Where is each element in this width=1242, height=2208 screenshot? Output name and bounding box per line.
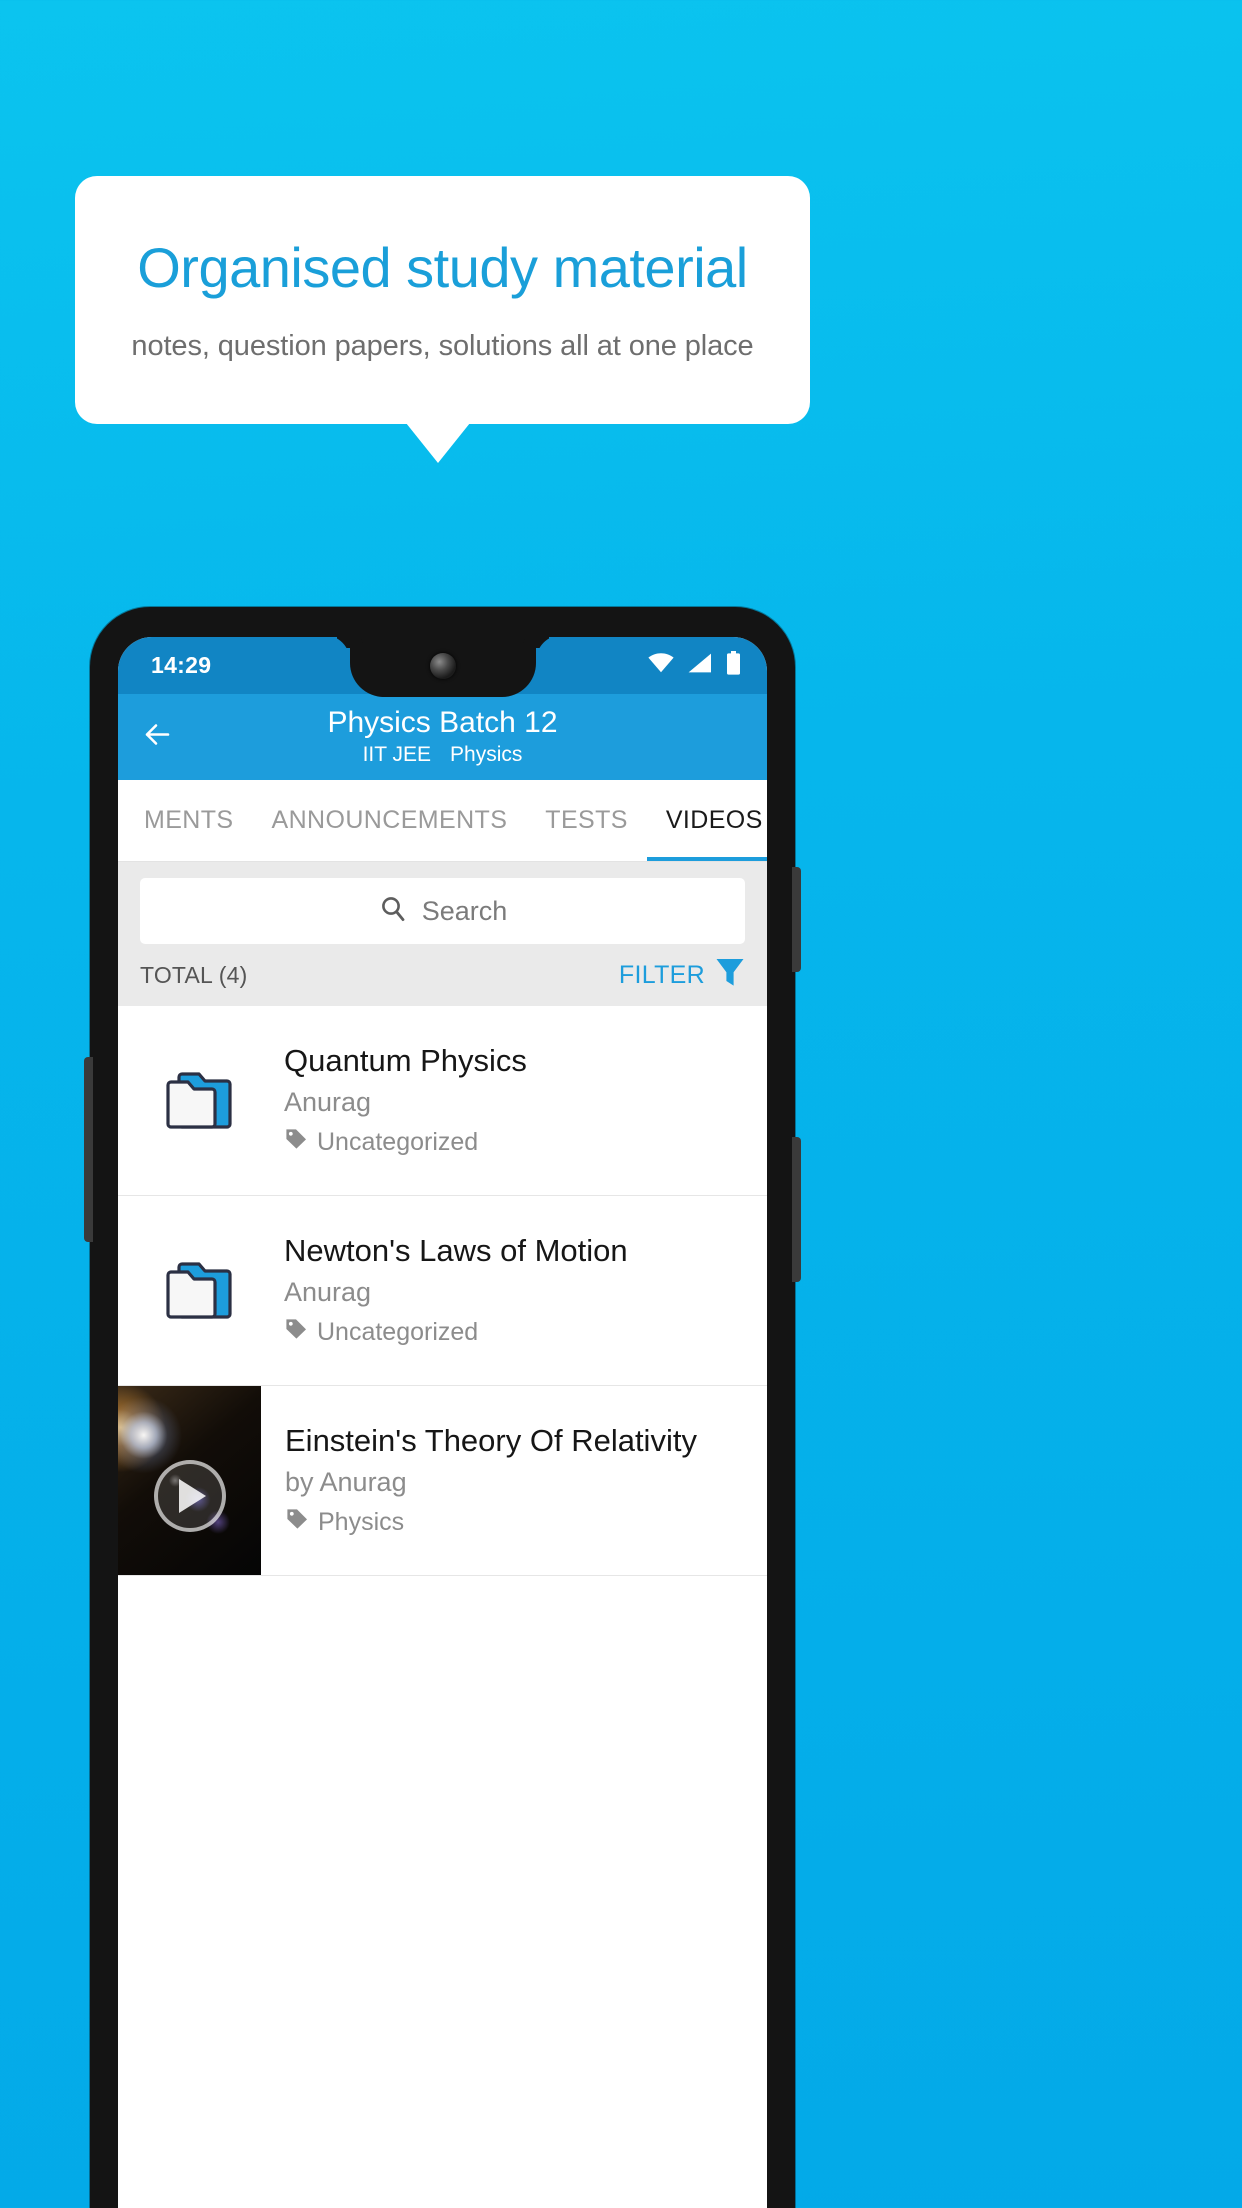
tab-bar: MENTS ANNOUNCEMENTS TESTS VIDEOS	[118, 780, 767, 862]
volume-button[interactable]	[84, 1057, 93, 1242]
tag-icon	[284, 1127, 308, 1158]
list-item[interactable]: Einstein's Theory Of Relativity by Anura…	[118, 1386, 767, 1576]
status-icons	[648, 637, 741, 694]
list-item[interactable]: Newton's Laws of Motion Anurag Uncategor…	[118, 1196, 767, 1386]
list-item[interactable]: Quantum Physics Anurag Uncategorized	[118, 1006, 767, 1196]
tab-documents[interactable]: MENTS	[144, 780, 253, 861]
tab-announcements[interactable]: ANNOUNCEMENTS	[253, 780, 527, 861]
list-item-text: Newton's Laws of Motion Anurag Uncategor…	[284, 1233, 767, 1348]
volume-rocker-button[interactable]	[792, 1137, 801, 1282]
search-icon	[378, 894, 408, 929]
filter-button[interactable]: FILTER	[619, 957, 745, 994]
folder-icon	[118, 1258, 284, 1324]
folder-icon	[118, 1068, 284, 1134]
list-item-tag-label: Physics	[318, 1507, 405, 1536]
breadcrumb-subject: Physics	[450, 743, 523, 767]
back-arrow-icon[interactable]	[136, 713, 180, 762]
wifi-icon	[648, 653, 674, 678]
list-item-author: Anurag	[284, 1276, 372, 1307]
list-item-tag-label: Uncategorized	[317, 1317, 479, 1346]
list-item-title: Quantum Physics	[284, 1043, 527, 1079]
signal-icon	[688, 653, 712, 678]
list-item-tag: Uncategorized	[284, 1127, 753, 1158]
list-item-tag: Uncategorized	[284, 1317, 753, 1348]
breadcrumb: IIT JEE Physics	[363, 743, 523, 767]
status-time: 14:29	[151, 652, 212, 678]
callout-title: Organised study material	[137, 235, 748, 299]
breadcrumb-exam: IIT JEE	[362, 743, 432, 767]
phone-device: 14:29 Physics Batch 12 IIT JEE Physics M…	[84, 607, 801, 2208]
list-item-title: Einstein's Theory Of Relativity	[285, 1423, 697, 1459]
filter-funnel-icon	[715, 957, 745, 994]
tag-icon	[285, 1507, 309, 1538]
list-item-text: Quantum Physics Anurag Uncategorized	[284, 1043, 767, 1158]
phone-screen: 14:29 Physics Batch 12 IIT JEE Physics M…	[118, 637, 767, 2208]
tag-icon	[284, 1317, 308, 1348]
callout-subtitle: notes, question papers, solutions all at…	[131, 330, 754, 363]
list-toolbar: TOTAL (4) FILTER	[118, 944, 767, 1006]
video-thumbnail[interactable]	[118, 1386, 261, 1575]
tab-videos[interactable]: VIDEOS	[646, 780, 767, 861]
list-item-text: Einstein's Theory Of Relativity by Anura…	[261, 1386, 767, 1575]
search-input[interactable]: Search	[140, 878, 745, 944]
filter-label: FILTER	[618, 960, 705, 989]
content-list: Quantum Physics Anurag Uncategorized New…	[118, 1006, 767, 1576]
callout-tail	[406, 423, 470, 463]
total-count-label: TOTAL (4)	[140, 961, 248, 988]
list-item-tag-label: Uncategorized	[317, 1127, 479, 1156]
list-item-author: by Anurag	[285, 1466, 407, 1497]
page-title: Physics Batch 12	[327, 705, 558, 739]
power-button[interactable]	[792, 867, 801, 972]
status-bar: 14:29	[118, 637, 767, 697]
play-triangle-icon	[179, 1478, 206, 1513]
play-icon[interactable]	[153, 1459, 226, 1532]
camera-notch	[349, 637, 536, 697]
list-item-author: Anurag	[284, 1086, 372, 1117]
battery-icon	[726, 651, 741, 680]
app-bar: Physics Batch 12 IIT JEE Physics	[118, 694, 767, 780]
tab-tests[interactable]: TESTS	[526, 780, 647, 861]
list-item-title: Newton's Laws of Motion	[284, 1233, 628, 1269]
list-item-tag: Physics	[285, 1507, 753, 1538]
front-camera-icon	[429, 653, 456, 679]
search-placeholder: Search	[421, 895, 508, 926]
search-section: Search	[118, 862, 767, 944]
callout-card: Organised study material notes, question…	[75, 176, 810, 424]
